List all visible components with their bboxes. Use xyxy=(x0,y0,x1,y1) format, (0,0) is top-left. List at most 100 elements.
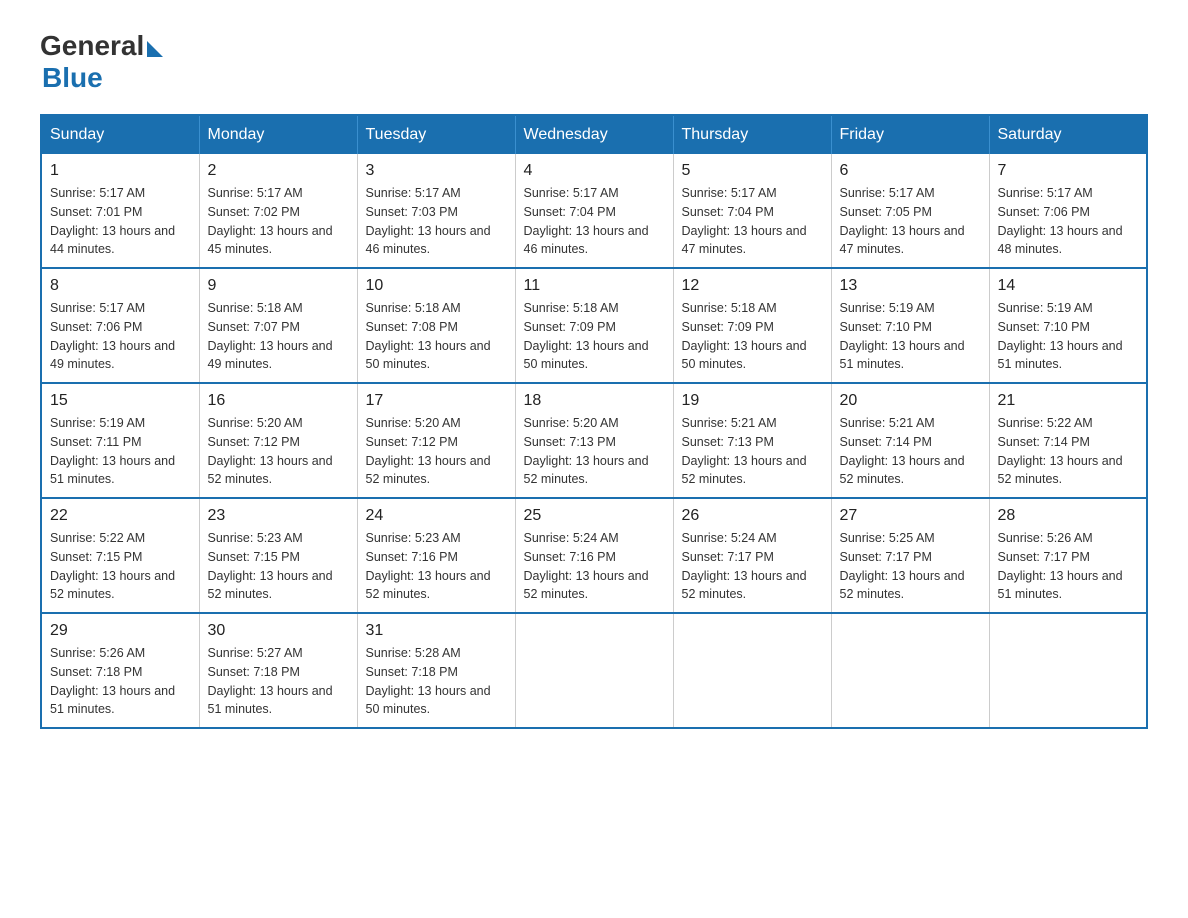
day-info: Sunrise: 5:25 AM Sunset: 7:17 PM Dayligh… xyxy=(840,529,981,604)
day-number: 11 xyxy=(524,277,665,295)
day-info: Sunrise: 5:18 AM Sunset: 7:08 PM Dayligh… xyxy=(366,299,507,374)
calendar-day-cell: 19 Sunrise: 5:21 AM Sunset: 7:13 PM Dayl… xyxy=(673,383,831,498)
day-number: 14 xyxy=(998,277,1139,295)
calendar-day-header: Thursday xyxy=(673,115,831,154)
day-info: Sunrise: 5:18 AM Sunset: 7:07 PM Dayligh… xyxy=(208,299,349,374)
day-number: 21 xyxy=(998,392,1139,410)
calendar-week-row: 8 Sunrise: 5:17 AM Sunset: 7:06 PM Dayli… xyxy=(41,268,1147,383)
calendar-day-cell: 13 Sunrise: 5:19 AM Sunset: 7:10 PM Dayl… xyxy=(831,268,989,383)
calendar-day-cell: 30 Sunrise: 5:27 AM Sunset: 7:18 PM Dayl… xyxy=(199,613,357,728)
calendar-day-cell: 17 Sunrise: 5:20 AM Sunset: 7:12 PM Dayl… xyxy=(357,383,515,498)
day-number: 8 xyxy=(50,277,191,295)
calendar-week-row: 22 Sunrise: 5:22 AM Sunset: 7:15 PM Dayl… xyxy=(41,498,1147,613)
calendar-day-cell xyxy=(989,613,1147,728)
calendar-day-cell xyxy=(515,613,673,728)
day-info: Sunrise: 5:28 AM Sunset: 7:18 PM Dayligh… xyxy=(366,644,507,719)
calendar-day-cell: 12 Sunrise: 5:18 AM Sunset: 7:09 PM Dayl… xyxy=(673,268,831,383)
day-number: 22 xyxy=(50,507,191,525)
day-info: Sunrise: 5:21 AM Sunset: 7:14 PM Dayligh… xyxy=(840,414,981,489)
day-info: Sunrise: 5:22 AM Sunset: 7:15 PM Dayligh… xyxy=(50,529,191,604)
calendar-day-cell: 27 Sunrise: 5:25 AM Sunset: 7:17 PM Dayl… xyxy=(831,498,989,613)
day-info: Sunrise: 5:21 AM Sunset: 7:13 PM Dayligh… xyxy=(682,414,823,489)
day-number: 19 xyxy=(682,392,823,410)
day-number: 5 xyxy=(682,162,823,180)
day-info: Sunrise: 5:23 AM Sunset: 7:15 PM Dayligh… xyxy=(208,529,349,604)
day-number: 30 xyxy=(208,622,349,640)
day-info: Sunrise: 5:24 AM Sunset: 7:16 PM Dayligh… xyxy=(524,529,665,604)
calendar-day-cell: 20 Sunrise: 5:21 AM Sunset: 7:14 PM Dayl… xyxy=(831,383,989,498)
day-info: Sunrise: 5:17 AM Sunset: 7:03 PM Dayligh… xyxy=(366,184,507,259)
day-info: Sunrise: 5:19 AM Sunset: 7:10 PM Dayligh… xyxy=(840,299,981,374)
logo-blue-text: Blue xyxy=(42,62,103,94)
day-number: 25 xyxy=(524,507,665,525)
calendar-day-cell: 10 Sunrise: 5:18 AM Sunset: 7:08 PM Dayl… xyxy=(357,268,515,383)
calendar-day-cell: 28 Sunrise: 5:26 AM Sunset: 7:17 PM Dayl… xyxy=(989,498,1147,613)
day-info: Sunrise: 5:19 AM Sunset: 7:10 PM Dayligh… xyxy=(998,299,1139,374)
calendar-day-header: Saturday xyxy=(989,115,1147,154)
calendar-day-cell: 2 Sunrise: 5:17 AM Sunset: 7:02 PM Dayli… xyxy=(199,154,357,268)
day-info: Sunrise: 5:20 AM Sunset: 7:13 PM Dayligh… xyxy=(524,414,665,489)
calendar-day-cell: 31 Sunrise: 5:28 AM Sunset: 7:18 PM Dayl… xyxy=(357,613,515,728)
calendar-day-cell: 23 Sunrise: 5:23 AM Sunset: 7:15 PM Dayl… xyxy=(199,498,357,613)
calendar-day-cell: 15 Sunrise: 5:19 AM Sunset: 7:11 PM Dayl… xyxy=(41,383,199,498)
calendar-day-cell: 11 Sunrise: 5:18 AM Sunset: 7:09 PM Dayl… xyxy=(515,268,673,383)
calendar-day-header: Friday xyxy=(831,115,989,154)
day-info: Sunrise: 5:19 AM Sunset: 7:11 PM Dayligh… xyxy=(50,414,191,489)
calendar-day-cell: 25 Sunrise: 5:24 AM Sunset: 7:16 PM Dayl… xyxy=(515,498,673,613)
calendar-day-cell: 8 Sunrise: 5:17 AM Sunset: 7:06 PM Dayli… xyxy=(41,268,199,383)
day-info: Sunrise: 5:26 AM Sunset: 7:18 PM Dayligh… xyxy=(50,644,191,719)
calendar-day-cell: 1 Sunrise: 5:17 AM Sunset: 7:01 PM Dayli… xyxy=(41,154,199,268)
day-number: 4 xyxy=(524,162,665,180)
day-info: Sunrise: 5:17 AM Sunset: 7:06 PM Dayligh… xyxy=(998,184,1139,259)
day-info: Sunrise: 5:17 AM Sunset: 7:02 PM Dayligh… xyxy=(208,184,349,259)
day-info: Sunrise: 5:22 AM Sunset: 7:14 PM Dayligh… xyxy=(998,414,1139,489)
day-number: 10 xyxy=(366,277,507,295)
day-info: Sunrise: 5:27 AM Sunset: 7:18 PM Dayligh… xyxy=(208,644,349,719)
day-info: Sunrise: 5:17 AM Sunset: 7:05 PM Dayligh… xyxy=(840,184,981,259)
day-number: 26 xyxy=(682,507,823,525)
day-info: Sunrise: 5:26 AM Sunset: 7:17 PM Dayligh… xyxy=(998,529,1139,604)
calendar-day-cell: 14 Sunrise: 5:19 AM Sunset: 7:10 PM Dayl… xyxy=(989,268,1147,383)
calendar-day-cell xyxy=(673,613,831,728)
calendar-week-row: 15 Sunrise: 5:19 AM Sunset: 7:11 PM Dayl… xyxy=(41,383,1147,498)
calendar-day-header: Wednesday xyxy=(515,115,673,154)
calendar-day-cell: 6 Sunrise: 5:17 AM Sunset: 7:05 PM Dayli… xyxy=(831,154,989,268)
calendar-day-cell xyxy=(831,613,989,728)
calendar-day-header: Monday xyxy=(199,115,357,154)
calendar-day-cell: 7 Sunrise: 5:17 AM Sunset: 7:06 PM Dayli… xyxy=(989,154,1147,268)
logo-triangle-icon xyxy=(147,41,163,57)
day-number: 16 xyxy=(208,392,349,410)
day-info: Sunrise: 5:17 AM Sunset: 7:01 PM Dayligh… xyxy=(50,184,191,259)
day-number: 29 xyxy=(50,622,191,640)
calendar-day-cell: 16 Sunrise: 5:20 AM Sunset: 7:12 PM Dayl… xyxy=(199,383,357,498)
calendar-day-header: Tuesday xyxy=(357,115,515,154)
calendar-day-cell: 5 Sunrise: 5:17 AM Sunset: 7:04 PM Dayli… xyxy=(673,154,831,268)
day-number: 23 xyxy=(208,507,349,525)
calendar-table: SundayMondayTuesdayWednesdayThursdayFrid… xyxy=(40,114,1148,729)
day-number: 20 xyxy=(840,392,981,410)
logo-general-text: General xyxy=(40,30,144,62)
day-number: 3 xyxy=(366,162,507,180)
day-info: Sunrise: 5:20 AM Sunset: 7:12 PM Dayligh… xyxy=(366,414,507,489)
calendar-day-cell: 26 Sunrise: 5:24 AM Sunset: 7:17 PM Dayl… xyxy=(673,498,831,613)
day-number: 2 xyxy=(208,162,349,180)
day-number: 7 xyxy=(998,162,1139,180)
calendar-day-cell: 29 Sunrise: 5:26 AM Sunset: 7:18 PM Dayl… xyxy=(41,613,199,728)
day-number: 27 xyxy=(840,507,981,525)
calendar-day-cell: 4 Sunrise: 5:17 AM Sunset: 7:04 PM Dayli… xyxy=(515,154,673,268)
day-number: 31 xyxy=(366,622,507,640)
calendar-day-cell: 21 Sunrise: 5:22 AM Sunset: 7:14 PM Dayl… xyxy=(989,383,1147,498)
calendar-day-cell: 22 Sunrise: 5:22 AM Sunset: 7:15 PM Dayl… xyxy=(41,498,199,613)
calendar-day-header: Sunday xyxy=(41,115,199,154)
day-info: Sunrise: 5:18 AM Sunset: 7:09 PM Dayligh… xyxy=(682,299,823,374)
calendar-day-cell: 9 Sunrise: 5:18 AM Sunset: 7:07 PM Dayli… xyxy=(199,268,357,383)
day-info: Sunrise: 5:18 AM Sunset: 7:09 PM Dayligh… xyxy=(524,299,665,374)
day-number: 13 xyxy=(840,277,981,295)
calendar-header-row: SundayMondayTuesdayWednesdayThursdayFrid… xyxy=(41,115,1147,154)
day-number: 1 xyxy=(50,162,191,180)
day-number: 12 xyxy=(682,277,823,295)
day-number: 9 xyxy=(208,277,349,295)
page-header: General Blue xyxy=(40,30,1148,94)
day-info: Sunrise: 5:23 AM Sunset: 7:16 PM Dayligh… xyxy=(366,529,507,604)
day-number: 15 xyxy=(50,392,191,410)
